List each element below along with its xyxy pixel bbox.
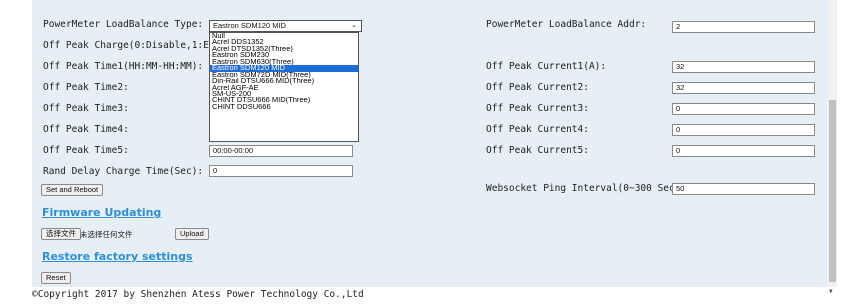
loadbalance-type-selected-value: Eastron SDM120 MID [213, 21, 286, 30]
offpeak-time2-label: Off Peak Time2: [43, 82, 129, 93]
reset-button[interactable]: Reset [41, 272, 71, 284]
offpeak-current3-input[interactable]: 0 [672, 103, 815, 115]
offpeak-current3-label: Off Peak Current3: [486, 103, 589, 114]
scroll-down-arrow-icon[interactable]: ▼ [829, 288, 833, 295]
footer-copyright: ©Copyright 2017 by Shenzhen Atess Power … [32, 289, 364, 300]
offpeak-current1-label: Off Peak Current1(A): [486, 61, 607, 72]
offpeak-current1-input[interactable]: 32 [672, 61, 815, 73]
loadbalance-addr-label: PowerMeter LoadBalance Addr: [486, 19, 647, 30]
offpeak-time4-label: Off Peak Time4: [43, 124, 129, 135]
upload-button[interactable]: Upload [175, 228, 209, 240]
loadbalance-type-label: PowerMeter LoadBalance Type: [43, 19, 204, 30]
loadbalance-type-dropdown[interactable]: Null Acrel DDS1352 Acrel DTSD1352(Three) Ea… [209, 32, 359, 142]
firmware-updating-link[interactable]: Firmware Updating [42, 206, 161, 219]
restore-factory-link[interactable]: Restore factory settings [42, 250, 193, 263]
offpeak-current4-input[interactable]: 0 [672, 124, 815, 136]
offpeak-time5-label: Off Peak Time5: [43, 145, 129, 156]
set-reboot-button[interactable]: Set and Reboot [41, 184, 104, 196]
no-file-text: 未选择任何文件 [80, 230, 133, 239]
loadbalance-type-select[interactable]: Eastron SDM120 MID ⌄ [209, 20, 362, 32]
offpeak-current2-label: Off Peak Current2: [486, 82, 589, 93]
chevron-down-icon: ⌄ [351, 22, 357, 29]
offpeak-current5-label: Off Peak Current5: [486, 145, 589, 156]
offpeak-current2-input[interactable]: 32 [672, 82, 815, 94]
offpeak-time3-label: Off Peak Time3: [43, 103, 129, 114]
scrollbar-thumb[interactable] [829, 100, 836, 282]
offpeak-current4-label: Off Peak Current4: [486, 124, 589, 135]
choose-file-button[interactable]: 选择文件 [41, 228, 81, 240]
offpeak-current5-input[interactable]: 0 [672, 145, 815, 157]
dropdown-option[interactable]: CHINT DDSU666 [210, 104, 358, 110]
loadbalance-addr-input[interactable]: 2 [672, 21, 815, 33]
websocket-label: Websocket Ping Interval(0~300 Sec): [486, 183, 687, 194]
websocket-input[interactable]: 50 [672, 183, 815, 195]
offpeak-time1-label: Off Peak Time1(HH:MM-HH:MM): [43, 61, 204, 72]
rand-delay-input[interactable]: 0 [209, 165, 353, 177]
rand-delay-label: Rand Delay Charge Time(Sec): [43, 166, 204, 177]
offpeak-time5-input[interactable]: 00:00-00:00 [209, 145, 353, 157]
